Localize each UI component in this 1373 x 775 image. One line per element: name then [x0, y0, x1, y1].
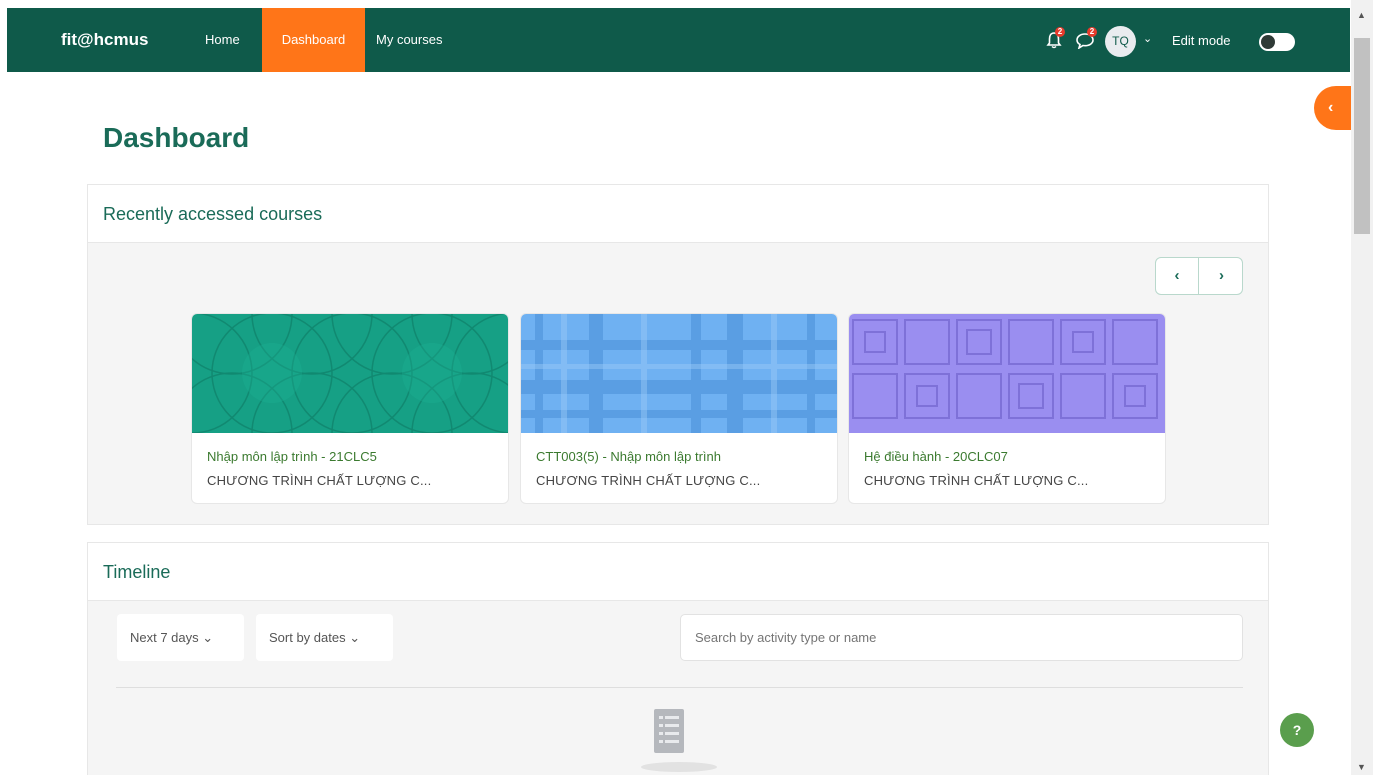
range-filter-dropdown[interactable]: Next 7 days ⌄	[117, 614, 244, 661]
divider	[116, 687, 1243, 688]
nav-dashboard[interactable]: Dashboard	[262, 8, 365, 72]
brand-logo[interactable]: fit@hcmus	[61, 30, 148, 50]
bell-icon[interactable]: 2	[1045, 27, 1065, 49]
course-card[interactable]: CTT003(5) - Nhập môn lập trình CHƯƠNG TR…	[520, 313, 838, 504]
next-button[interactable]: ›	[1200, 258, 1243, 294]
recent-courses-block: Recently accessed courses ‹ › Nhập môn l…	[87, 184, 1269, 525]
scroll-thumb[interactable]	[1354, 38, 1370, 234]
course-name[interactable]: Hệ điều hành - 20CLC07	[864, 449, 1008, 464]
chevron-down-icon: ⌄	[202, 630, 214, 645]
navbar: fit@hcmus Home Dashboard My courses 2 2 …	[7, 8, 1350, 72]
chevron-down-icon[interactable]: ⌄	[1143, 32, 1152, 45]
range-filter-label: Next 7 days	[130, 630, 199, 645]
chevron-down-icon: ⌄	[349, 630, 361, 645]
sort-filter-label: Sort by dates	[269, 630, 346, 645]
course-name[interactable]: CTT003(5) - Nhập môn lập trình	[536, 449, 721, 464]
help-button[interactable]: ?	[1280, 713, 1314, 747]
edit-mode-toggle[interactable]	[1259, 33, 1295, 51]
empty-state-shadow	[641, 762, 717, 772]
timeline-title: Timeline	[88, 543, 1268, 601]
chevron-left-icon: ‹	[1174, 267, 1180, 284]
course-card[interactable]: Hệ điều hành - 20CLC07 CHƯƠNG TRÌNH CHẤT…	[848, 313, 1166, 504]
list-icon	[654, 709, 684, 753]
course-pager: ‹ ›	[1155, 257, 1243, 295]
scroll-down-icon[interactable]: ▼	[1357, 762, 1366, 772]
message-count-badge: 2	[1087, 27, 1097, 37]
sort-filter-dropdown[interactable]: Sort by dates ⌄	[256, 614, 393, 661]
course-category: CHƯƠNG TRÌNH CHẤT LƯỢNG C...	[864, 473, 1089, 488]
search-input[interactable]	[680, 614, 1243, 661]
page: fit@hcmus Home Dashboard My courses 2 2 …	[0, 0, 1373, 775]
scrollbar[interactable]: ▲ ▼	[1351, 0, 1373, 775]
avatar[interactable]: TQ	[1105, 26, 1136, 57]
nav-my-courses[interactable]: My courses	[376, 8, 442, 72]
course-image[interactable]	[849, 314, 1166, 433]
page-title: Dashboard	[103, 122, 250, 153]
chevron-left-icon: ‹	[1328, 99, 1334, 116]
course-image[interactable]	[192, 314, 509, 433]
course-name[interactable]: Nhập môn lập trình - 21CLC5	[207, 449, 377, 464]
notification-count-badge: 2	[1055, 27, 1065, 37]
edit-mode-label: Edit mode	[1172, 33, 1231, 48]
course-category: CHƯƠNG TRÌNH CHẤT LƯỢNG C...	[207, 473, 432, 488]
course-category: CHƯƠNG TRÌNH CHẤT LƯỢNG C...	[536, 473, 761, 488]
question-icon: ?	[1292, 722, 1302, 738]
course-card[interactable]: Nhập môn lập trình - 21CLC5 CHƯƠNG TRÌNH…	[191, 313, 509, 504]
scroll-up-icon[interactable]: ▲	[1357, 10, 1366, 20]
chevron-right-icon: ›	[1219, 267, 1224, 284]
timeline-block: Timeline Next 7 days ⌄ Sort by dates ⌄	[87, 542, 1269, 775]
recent-courses-title: Recently accessed courses	[88, 185, 1268, 243]
nav-home[interactable]: Home	[205, 8, 240, 72]
chat-icon[interactable]: 2	[1075, 27, 1097, 50]
course-image[interactable]	[521, 314, 838, 433]
toggle-knob	[1261, 35, 1275, 49]
prev-button[interactable]: ‹	[1156, 258, 1199, 294]
